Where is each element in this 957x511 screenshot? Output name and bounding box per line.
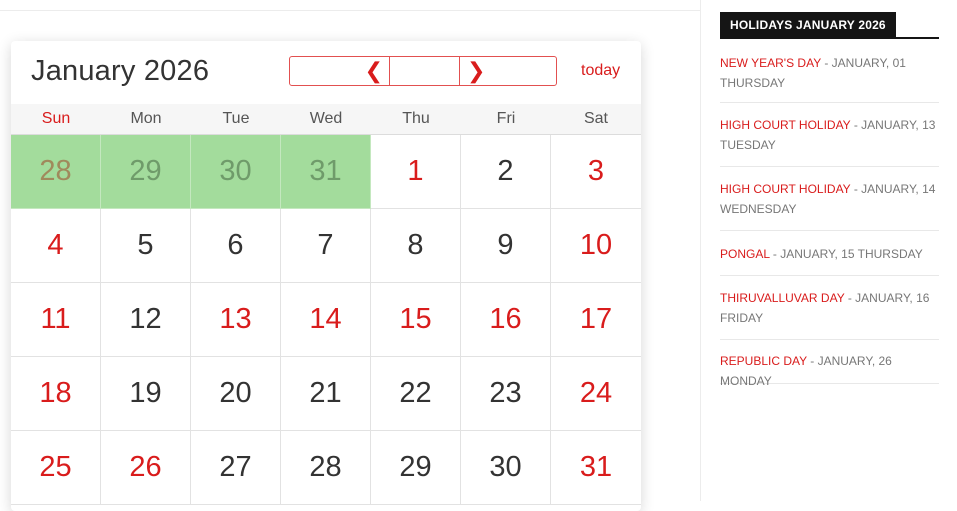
holiday-item: PONGAL - JANUARY, 15 THURSDAY [720,231,939,276]
holiday-name-link[interactable]: THIRUVALLUVAR DAY [720,291,844,305]
prev-month-button[interactable]: ❮ [290,57,390,85]
day-cell[interactable]: 27 [191,431,281,505]
day-cell[interactable]: 22 [371,357,461,431]
chevron-left-icon: ❮ [364,58,383,83]
day-cell[interactable]: 29 [371,431,461,505]
chevron-right-icon: ❯ [467,58,486,83]
day-cell[interactable]: 24 [551,357,641,431]
day-cell[interactable]: 2 [461,135,551,209]
day-grid: 28 29 30 31 1 2 3 4 5 6 7 8 9 10 11 12 13 14 15 16 17 18 19 20 2… [11,135,641,505]
holiday-name-link[interactable]: HIGH COURT HOLIDAY [720,182,850,196]
month-nav-group: ❮ ❯ [289,56,557,86]
holiday-date: - JANUARY, 01 [821,56,906,70]
day-cell[interactable]: 5 [101,209,191,283]
day-cell[interactable]: 28 [11,135,101,209]
column-divider [700,0,701,501]
day-cell[interactable]: 4 [11,209,101,283]
weekday-header-row: Sun Mon Tue Wed Thu Fri Sat [11,104,641,135]
day-cell[interactable]: 3 [551,135,641,209]
month-nav-spacer [390,57,460,85]
holiday-name-link[interactable]: REPUBLIC DAY [720,354,807,368]
day-cell[interactable]: 16 [461,283,551,357]
weekday-thu: Thu [402,110,430,127]
weekday-mon: Mon [130,110,162,127]
holiday-date: - JANUARY, 14 [850,182,936,196]
holiday-name-link[interactable]: NEW YEAR'S DAY [720,56,821,70]
day-cell[interactable]: 8 [371,209,461,283]
top-divider [0,10,700,11]
holiday-item: HIGH COURT HOLIDAY - JANUARY, 13 TUESDAY [720,103,939,167]
day-cell[interactable]: 20 [191,357,281,431]
day-cell[interactable]: 26 [101,431,191,505]
day-cell[interactable]: 17 [551,283,641,357]
holiday-date: - JANUARY, 16 [844,291,930,305]
calendar-header: January 2026 ❮ ❯ today [11,41,641,104]
calendar-widget: January 2026 ❮ ❯ today Sun Mon Tue Wed T… [11,41,641,511]
day-cell[interactable]: 30 [461,431,551,505]
holiday-date: - JANUARY, 15 THURSDAY [769,247,923,261]
month-title: January 2026 [31,55,210,87]
holiday-weekday: TUESDAY [720,138,776,152]
day-cell[interactable]: 1 [371,135,461,209]
holiday-weekday: FRIDAY [720,311,764,325]
holiday-weekday: WEDNESDAY [720,202,797,216]
weekday-fri: Fri [496,110,516,127]
day-cell[interactable]: 21 [281,357,371,431]
day-cell[interactable]: 28 [281,431,371,505]
holiday-item: NEW YEAR'S DAY - JANUARY, 01 THURSDAY [720,39,939,103]
day-cell[interactable]: 25 [11,431,101,505]
day-cell[interactable]: 10 [551,209,641,283]
holiday-item: THIRUVALLUVAR DAY - JANUARY, 16 FRIDAY [720,276,939,340]
holiday-name-link[interactable]: PONGAL [720,247,770,261]
weekday-sun: Sun [41,110,71,127]
holiday-weekday: THURSDAY [720,76,786,90]
holiday-name-link[interactable]: HIGH COURT HOLIDAY [720,118,850,132]
day-cell[interactable]: 31 [551,431,641,505]
day-cell[interactable]: 15 [371,283,461,357]
day-cell[interactable]: 9 [461,209,551,283]
weekday-tue: Tue [222,110,250,127]
day-cell[interactable]: 13 [191,283,281,357]
weekday-wed: Wed [309,110,343,127]
day-cell[interactable]: 7 [281,209,371,283]
holiday-item: HIGH COURT HOLIDAY - JANUARY, 14 WEDNESDA… [720,167,939,231]
holidays-sidebar: HOLIDAYS JANUARY 2026 NEW YEAR'S DAY - J… [720,12,939,388]
day-cell[interactable]: 29 [101,135,191,209]
day-cell[interactable]: 11 [11,283,101,357]
day-cell[interactable]: 18 [11,357,101,431]
day-cell[interactable]: 23 [461,357,551,431]
holiday-list: NEW YEAR'S DAY - JANUARY, 01 THURSDAY HIGH… [720,39,939,388]
next-month-button[interactable]: ❯ [460,57,556,85]
holiday-item: REPUBLIC DAY - JANUARY, 26 MONDAY [720,340,939,388]
day-cell[interactable]: 19 [101,357,191,431]
day-cell[interactable]: 31 [281,135,371,209]
day-cell[interactable]: 12 [101,283,191,357]
day-cell[interactable]: 14 [281,283,371,357]
holiday-date: - JANUARY, 13 [850,118,936,132]
day-cell[interactable]: 6 [191,209,281,283]
day-cell[interactable]: 30 [191,135,281,209]
weekday-sat: Sat [583,110,608,127]
today-button[interactable]: today [581,62,620,80]
holidays-heading: HOLIDAYS JANUARY 2026 [720,12,896,38]
